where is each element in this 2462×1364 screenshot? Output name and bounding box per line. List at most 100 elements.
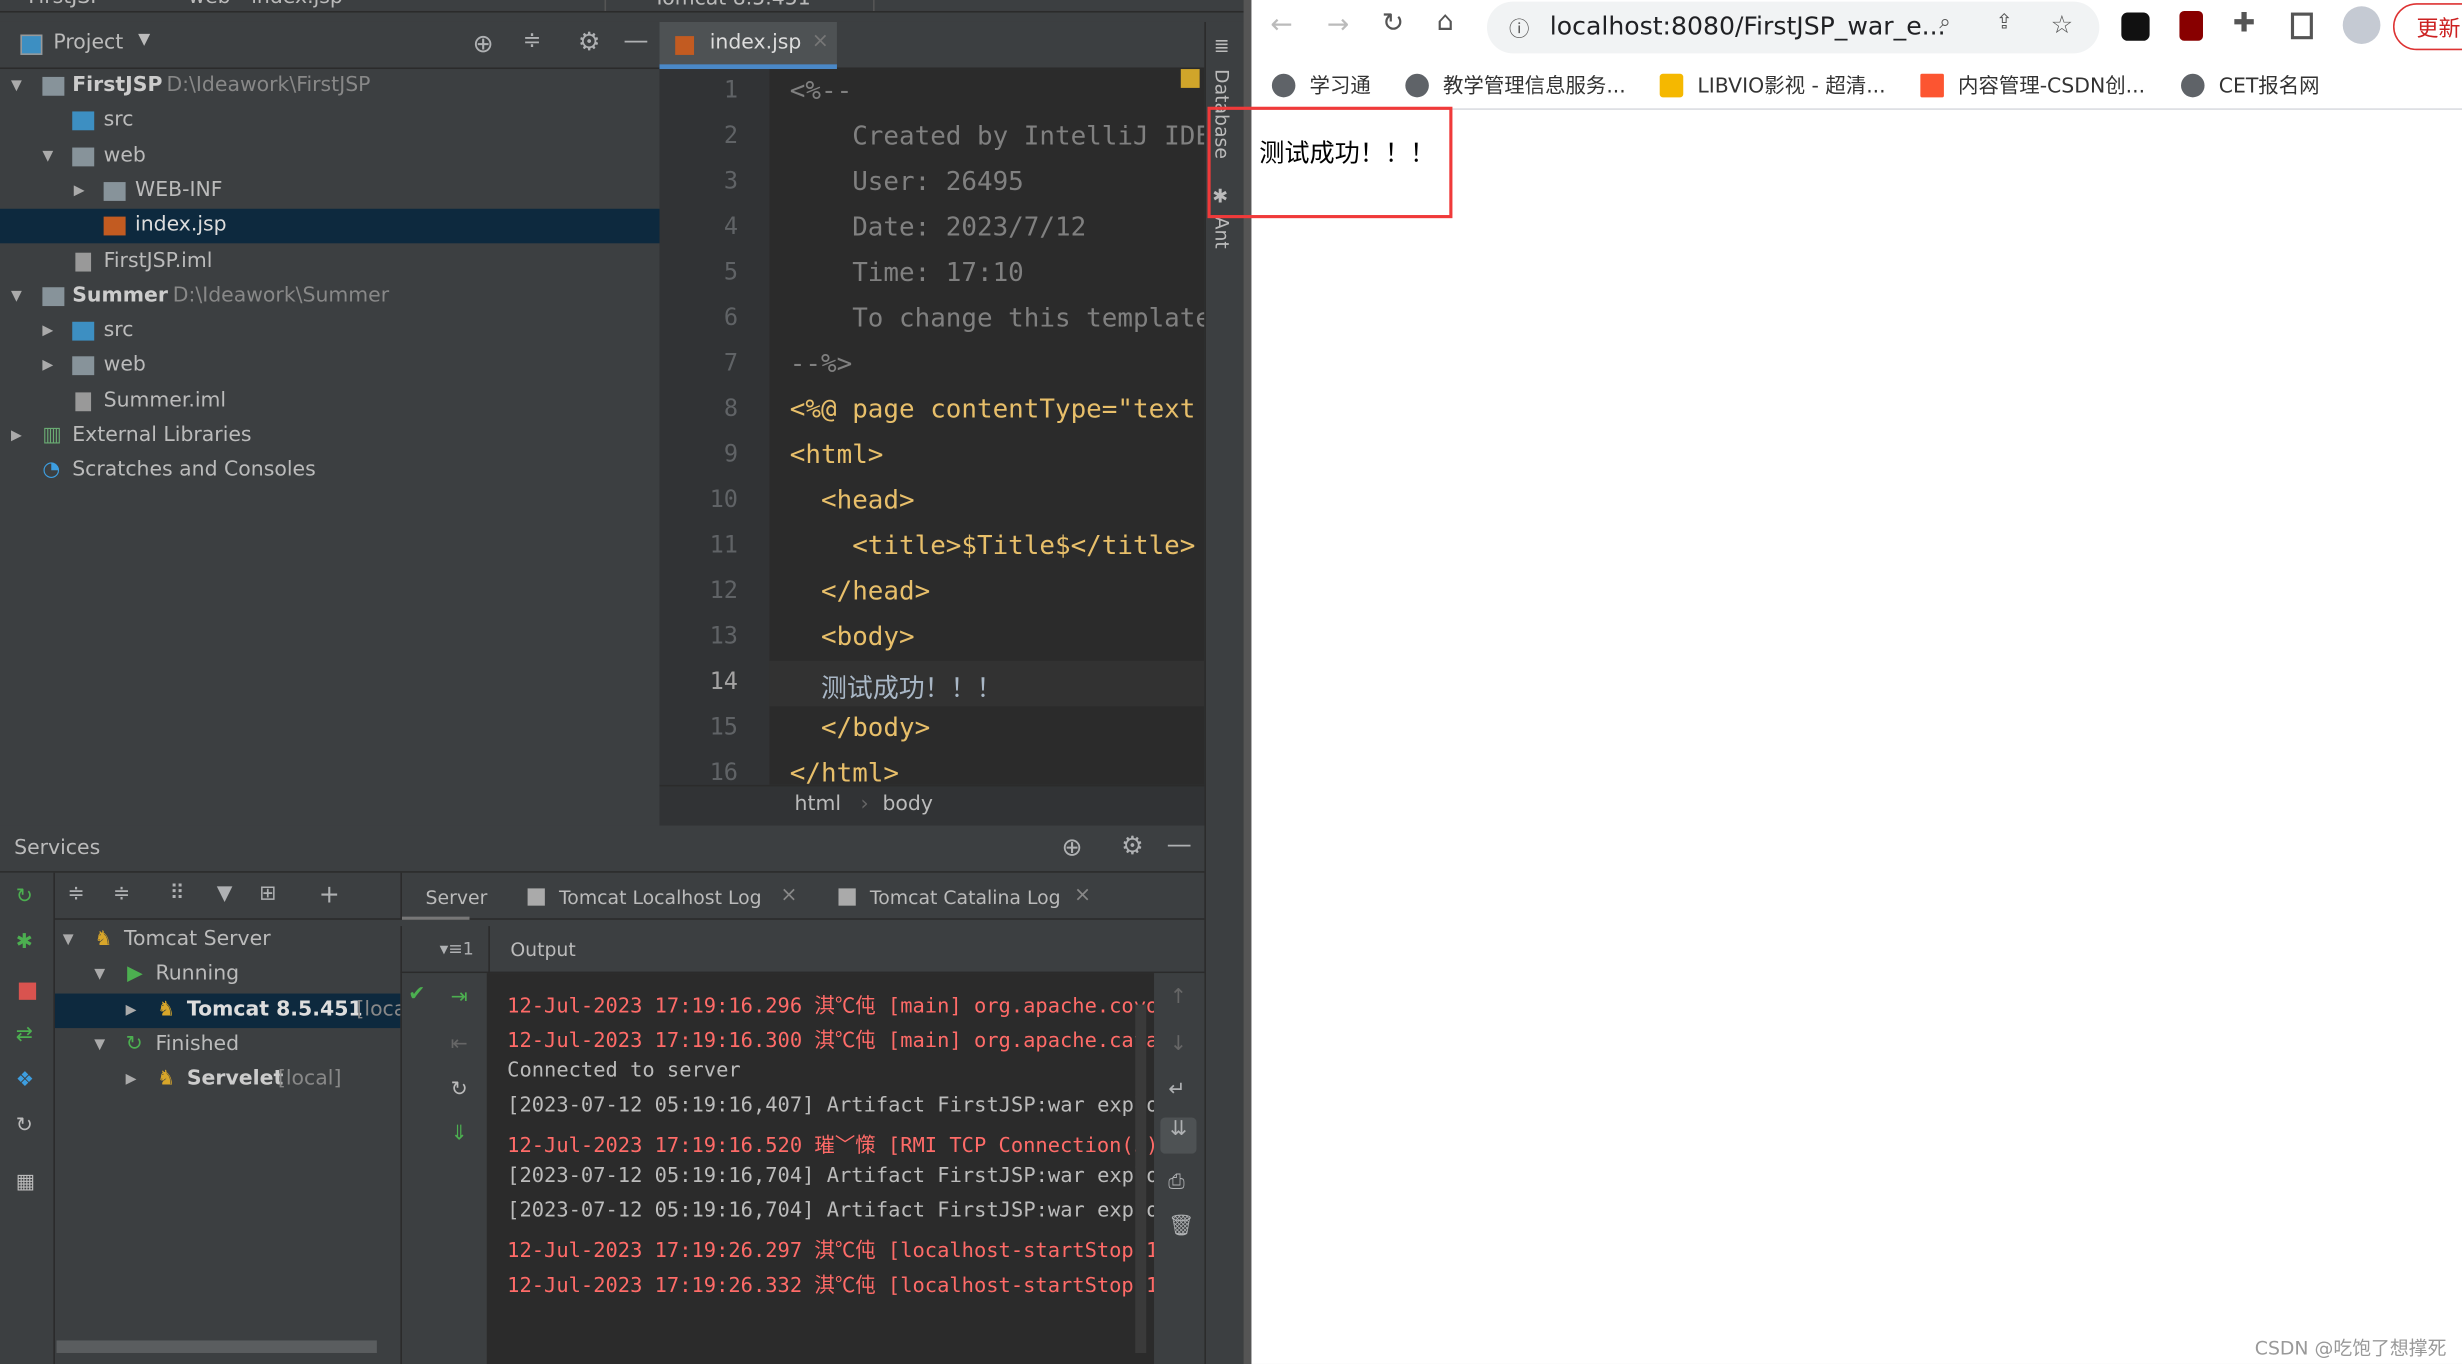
close-icon[interactable]: ×: [1074, 884, 1091, 908]
breadcrumb-html[interactable]: html: [795, 793, 842, 817]
bookmark-5[interactable]: CET报名网: [2181, 69, 2320, 99]
output-selector-icon[interactable]: ▾≡1: [440, 939, 474, 959]
locate-icon[interactable]: ⊕: [473, 28, 494, 58]
warning-marker[interactable]: [1180, 69, 1200, 88]
undeploy-icon[interactable]: ⇤: [451, 1033, 468, 1057]
tree-item-src[interactable]: src: [0, 104, 659, 139]
tree-item-external-libraries[interactable]: ▶ ▥ External Libraries: [0, 419, 659, 454]
expand-all-icon[interactable]: ≑: [68, 882, 85, 906]
filter-icon[interactable]: ▼: [217, 882, 233, 906]
update-button[interactable]: 更新: [2392, 3, 2462, 51]
ublock-icon[interactable]: [2179, 10, 2203, 41]
group-icon[interactable]: ⠿: [170, 882, 185, 906]
add-icon[interactable]: +: [319, 879, 340, 909]
log-scrollbar[interactable]: [1135, 1004, 1147, 1353]
tree-label: External Libraries: [72, 423, 252, 448]
bookmark-2[interactable]: 教学管理信息服务...: [1405, 69, 1626, 99]
locate-icon[interactable]: ⊕: [1061, 832, 1082, 862]
up-icon[interactable]: ↑: [1170, 986, 1187, 1010]
zoom-icon[interactable]: ⌕: [1939, 11, 1950, 35]
line-number: 16: [709, 758, 738, 787]
log-line: 12-Jul-2023 17:19:16.520 璀﹀憡 [RMI TCP Co…: [507, 1135, 1155, 1159]
tree-item-index-jsp[interactable]: index.jsp: [0, 208, 660, 244]
rerun-icon[interactable]: ↻: [16, 885, 33, 909]
tree-item-firstjsp[interactable]: ▼ FirstJSP D:\Ideawork\FirstJSP: [0, 69, 659, 104]
browser-toolbar: ← → ↻ ⌂ ⓘ localhost:8080/FirstJSP_war_e.…: [1251, 0, 2462, 110]
print-icon[interactable]: ⎙: [1168, 1171, 1184, 1195]
bookmark-label: 教学管理信息服务...: [1443, 75, 1626, 99]
log-output[interactable]: 12-Jul-2023 17:19:16.296 淇℃伅 [main] org.…: [486, 973, 1155, 1364]
bookmark-4[interactable]: 内容管理-CSDN创...: [1920, 69, 2145, 99]
soft-wrap-icon[interactable]: ↵: [1168, 1078, 1185, 1102]
close-icon[interactable]: ×: [812, 30, 829, 54]
tree-item-firstjsp-iml[interactable]: FirstJSP.iml: [0, 245, 659, 280]
avatar[interactable]: [2342, 6, 2381, 44]
tab-index-jsp[interactable]: index.jsp ×: [659, 21, 837, 70]
puzzle-icon[interactable]: ✚: [2233, 8, 2255, 39]
sidepanel-icon[interactable]: [2290, 12, 2313, 40]
deploy-icon[interactable]: ⇥: [451, 986, 468, 1010]
tree-item-web-inf[interactable]: ▶ WEB-INF: [0, 174, 659, 209]
tv-icon: [1659, 73, 1684, 98]
tree-item-summer-iml[interactable]: Summer.iml: [0, 385, 659, 420]
tab-server[interactable]: Server: [401, 873, 487, 920]
tree-label: Summer: [72, 284, 168, 308]
tree-item-tomcat-8-5-451[interactable]: ▶♞Tomcat 8.5.451[local]: [54, 993, 401, 1029]
info-icon[interactable]: ⓘ: [1509, 13, 1529, 43]
star-icon[interactable]: ☆: [2051, 9, 2074, 39]
close-icon[interactable]: ×: [780, 884, 797, 908]
share-icon[interactable]: ⇪: [1996, 11, 2013, 35]
ant-tool-button[interactable]: Ant: [1211, 217, 1233, 249]
tab-tomcat-localhost-log[interactable]: Tomcat Localhost Log ×: [527, 873, 803, 920]
collapse-all-icon[interactable]: ≑: [523, 28, 541, 53]
run-config-select[interactable]: Tomcat 8.5.451: [604, 0, 876, 11]
refresh-icon[interactable]: ↻: [451, 1078, 468, 1102]
nav-project[interactable]: FirstJSP: [28, 0, 102, 9]
trash-icon[interactable]: 🗑: [1168, 1215, 1194, 1239]
gear-icon[interactable]: ⚙: [1121, 830, 1144, 860]
tree-item-summer-web[interactable]: ▶ web: [0, 348, 659, 383]
tree-item-tomcat-server[interactable]: ▼ ♞ Tomcat Server: [55, 923, 400, 958]
tree-item-summer-src[interactable]: ▶ src: [0, 314, 659, 349]
collapse-all-icon[interactable]: ≑: [113, 882, 130, 906]
code-line: <body>: [789, 621, 915, 652]
layout-icon[interactable]: ▦: [16, 1171, 35, 1195]
debug-icon[interactable]: ✱: [16, 931, 33, 955]
tree-item-finished[interactable]: ▼ ↻ Finished: [55, 1028, 400, 1063]
refresh-icon[interactable]: ↻: [16, 1114, 33, 1138]
nav-file[interactable]: index.jsp: [251, 0, 343, 9]
bookmark-3[interactable]: LIBVIO影视 - 超清...: [1659, 69, 1886, 99]
tab-tomcat-catalina-log[interactable]: Tomcat Catalina Log ×: [838, 873, 1113, 920]
gear-icon[interactable]: ⚙: [578, 27, 601, 57]
code-line: <title>$Title$</title>: [789, 530, 1196, 561]
nav-web[interactable]: web: [188, 0, 230, 9]
tomcat-icon: ♞: [157, 1067, 176, 1091]
tree-item-web[interactable]: ▼ web: [0, 140, 659, 175]
chevron-down-icon[interactable]: ▼: [138, 31, 150, 48]
project-view-select[interactable]: Project: [53, 31, 123, 55]
horizontal-scrollbar[interactable]: [56, 1340, 377, 1353]
down-icon[interactable]: ↓: [1170, 1033, 1187, 1057]
home-icon[interactable]: ⌂: [1437, 6, 1454, 37]
reload-icon[interactable]: ↻: [1382, 8, 1404, 39]
bookmark-1[interactable]: 学习通: [1271, 69, 1371, 99]
tree-item-summer[interactable]: ▼ Summer D:\Ideawork\Summer: [0, 279, 659, 314]
new-tab-icon[interactable]: ⊞: [259, 882, 276, 906]
artifact-icon[interactable]: ❖: [16, 1069, 34, 1093]
minimize-icon[interactable]: —: [1167, 829, 1192, 859]
update-icon[interactable]: ⇓: [451, 1122, 468, 1146]
breadcrumb-body[interactable]: body: [882, 793, 932, 817]
extension-icon[interactable]: [2121, 12, 2150, 41]
tree-item-running[interactable]: ▼ ▶ Running: [55, 957, 400, 992]
minimize-icon[interactable]: —: [623, 25, 648, 55]
address-bar[interactable]: ⓘ localhost:8080/FirstJSP_war_e... ⌕ ⇪ ☆: [1486, 1, 2100, 54]
forward-icon[interactable]: →: [1327, 9, 1349, 40]
tree-item-scratches[interactable]: ◔ Scratches and Consoles: [0, 454, 659, 489]
stop-icon[interactable]: [18, 982, 37, 1000]
scroll-to-end-icon[interactable]: ⇊: [1160, 1117, 1197, 1154]
tree-item-servelet[interactable]: ▶ ♞ Servelet [local]: [55, 1063, 400, 1098]
line-number: 8: [723, 393, 738, 423]
editor-code-area[interactable]: <%-- Created by IntelliJ IDEA. User: 264…: [769, 69, 1205, 785]
deploy-icon[interactable]: ⇄: [16, 1023, 33, 1047]
back-icon[interactable]: ←: [1270, 9, 1292, 40]
